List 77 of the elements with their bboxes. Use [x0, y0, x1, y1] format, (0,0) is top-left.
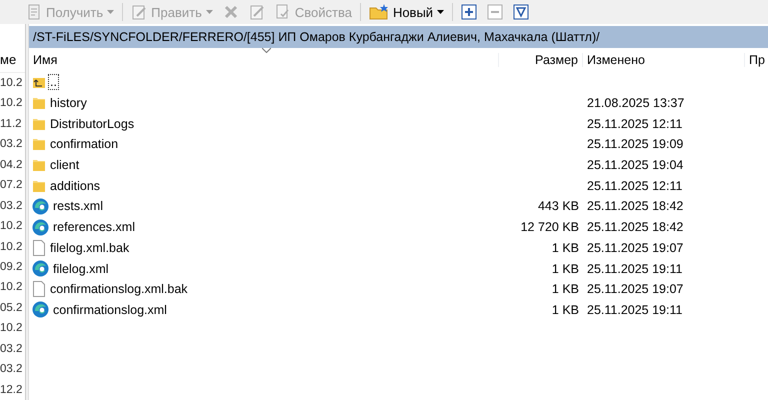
- browser-file-icon: [32, 301, 49, 318]
- file-name[interactable]: client: [49, 158, 80, 172]
- pane-splitter[interactable]: [25, 24, 29, 400]
- document-icon: [26, 4, 42, 20]
- caret-icon: [206, 10, 213, 14]
- parent-folder-icon: [32, 75, 46, 90]
- new-folder-button[interactable]: Новый: [364, 1, 448, 23]
- table-cell-text: 12.2: [0, 382, 24, 398]
- table-cell-text: 09.2: [0, 260, 24, 276]
- caret-icon: [437, 10, 444, 14]
- file-name[interactable]: rests.xml: [52, 199, 104, 214]
- table-cell-text: 03.2: [0, 362, 24, 378]
- browser-file-icon: [32, 218, 49, 236]
- table-cell-text: 25.11.2025 19:07: [586, 240, 684, 255]
- table-cell-text: 03.2: [0, 342, 24, 357]
- table-cell-text: 03.2: [0, 198, 24, 214]
- filter-icon: [513, 4, 530, 20]
- table-cell-text: 05.2: [0, 300, 24, 316]
- path-bar: /ST-FiLES/SYNCFOLDER/FERRERO/[455] ИП Омаров Курбангаджи Алиевич, Махачкала (Шаттл)/: [29, 26, 768, 48]
- folder-icon: [32, 178, 46, 193]
- table-cell-text: 25.11.2025 12:11: [586, 116, 684, 131]
- file-name[interactable]: ..: [49, 75, 58, 90]
- file-name[interactable]: DistributorLogs: [49, 116, 136, 131]
- file-name[interactable]: additions: [49, 178, 102, 193]
- table-cell-text: 1 KB: [550, 262, 580, 276]
- table-cell-text: 21.08.2025 13:37: [586, 96, 686, 110]
- table-cell-text: 25.11.2025 19:04: [586, 158, 684, 172]
- table-cell-text: 1 KB: [550, 240, 580, 255]
- table-cell-text: 25.11.2025 18:42: [586, 220, 684, 234]
- pencil-icon: [131, 4, 148, 20]
- table-cell-text: 1 KB: [550, 282, 580, 296]
- minus-icon: [487, 4, 504, 20]
- folder-icon: [32, 137, 46, 152]
- table-cell-text: 11.2: [0, 116, 23, 132]
- plus-icon: [461, 4, 478, 20]
- table-cell-text: 10.2: [0, 76, 24, 91]
- table-cell-text: 10.2: [0, 280, 24, 296]
- column-header[interactable]: Имя: [29, 53, 499, 67]
- folder-icon: [32, 158, 46, 172]
- browser-file-icon: [32, 198, 49, 215]
- folder-icon: [32, 96, 46, 110]
- new-folder-icon: [368, 4, 389, 20]
- file-name[interactable]: references.xml: [52, 220, 136, 234]
- column-header[interactable]: Размер: [499, 53, 583, 67]
- folder-icon: [32, 116, 46, 131]
- table-cell-text: 03.2: [0, 137, 24, 152]
- table-cell-text: 04.2: [0, 158, 24, 173]
- table-cell-text: 10.2: [0, 240, 24, 255]
- table-cell-text: 25.11.2025 18:42: [586, 199, 684, 214]
- table-cell-text: 10.2: [0, 321, 24, 336]
- table-cell-text: 1 KB: [550, 302, 580, 317]
- file-name[interactable]: filelog.xml: [52, 262, 110, 276]
- table-cell-text: 443 KB: [536, 199, 580, 214]
- file-name[interactable]: confirmation: [49, 137, 120, 152]
- file-name[interactable]: confirmationslog.xml.bak: [49, 282, 189, 296]
- browser-file-icon: [32, 260, 49, 278]
- table-cell-text: 10.2: [0, 219, 24, 234]
- table-cell-text: 25.11.2025 19:11: [586, 302, 684, 317]
- table-cell-text: 07.2: [0, 178, 24, 194]
- document-check-icon: [274, 4, 291, 20]
- column-header[interactable]: Изменено: [583, 53, 745, 67]
- table-cell-text: 12 720 KB: [520, 220, 580, 234]
- caret-icon: [107, 10, 114, 14]
- file-name[interactable]: filelog.xml.bak: [49, 240, 130, 255]
- pencil-icon: [248, 4, 265, 20]
- table-cell-text: 25.11.2025 19:11: [586, 262, 684, 276]
- table-cell-text: 10.2: [0, 96, 24, 112]
- file-icon: [32, 281, 46, 298]
- file-name[interactable]: confirmationslog.xml: [52, 302, 168, 317]
- table-cell-text: 25.11.2025 19:09: [586, 137, 684, 152]
- sort-caret-icon: [262, 48, 271, 53]
- delete-icon: [222, 4, 239, 20]
- table-cell-text: 25.11.2025 12:11: [586, 178, 684, 193]
- file-icon: [32, 240, 46, 256]
- table-cell-text: 25.11.2025 19:07: [586, 282, 684, 296]
- column-header[interactable]: Пр: [745, 53, 768, 67]
- file-name[interactable]: history: [49, 96, 88, 110]
